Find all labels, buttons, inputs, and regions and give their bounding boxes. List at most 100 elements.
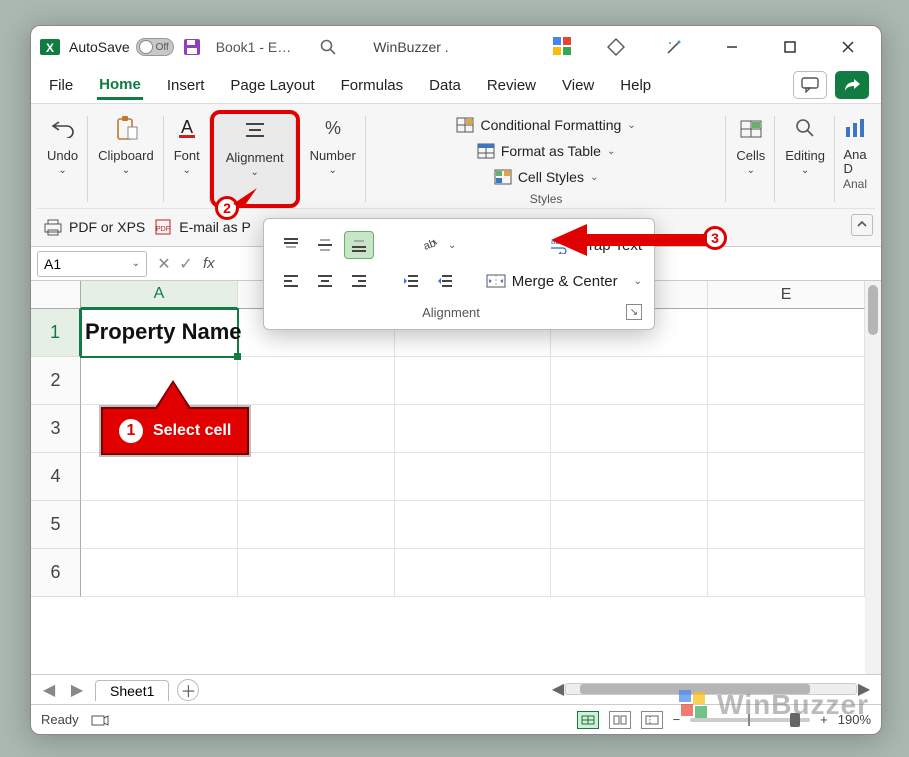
cell[interactable]	[238, 453, 395, 501]
sheet-tab-1[interactable]: Sheet1	[95, 680, 169, 701]
format-as-table-button[interactable]: Format as Table ⌄	[477, 138, 616, 164]
align-right-button[interactable]	[344, 267, 374, 295]
tab-insert[interactable]: Insert	[165, 73, 207, 98]
cell[interactable]	[551, 453, 708, 501]
ribbon-collapse-button[interactable]	[851, 214, 873, 236]
cell[interactable]	[395, 501, 552, 549]
tab-formulas[interactable]: Formulas	[339, 73, 406, 98]
row-header-6[interactable]: 6	[31, 549, 81, 597]
merge-center-button[interactable]: Merge & Center ⌄	[486, 273, 642, 290]
comments-button[interactable]	[793, 71, 827, 99]
toggle-switch[interactable]: Off	[136, 38, 174, 56]
increase-indent-button[interactable]	[430, 267, 460, 295]
dialog-launcher-button[interactable]: ↘	[626, 304, 642, 320]
new-sheet-button[interactable]: ＋	[177, 679, 199, 701]
tab-data[interactable]: Data	[427, 73, 463, 98]
align-top-button[interactable]	[276, 231, 306, 259]
row-header-5[interactable]: 5	[31, 501, 81, 549]
close-button[interactable]	[831, 30, 865, 64]
cell[interactable]	[395, 357, 552, 405]
select-all-corner[interactable]	[31, 281, 81, 309]
sheet-nav-prev[interactable]: ◀	[39, 680, 59, 700]
cell-styles-button[interactable]: Cell Styles ⌄	[494, 164, 599, 190]
chevron-down-icon[interactable]: ⌄	[634, 276, 642, 287]
view-normal-button[interactable]	[577, 711, 599, 729]
enter-icon[interactable]: ✓	[177, 254, 195, 274]
pdf-xps-button[interactable]: PDF or XPS	[43, 218, 145, 236]
cell[interactable]	[395, 549, 552, 597]
row-header-3[interactable]: 3	[31, 405, 81, 453]
name-box[interactable]: A1 ⌄	[37, 251, 147, 277]
cell[interactable]	[395, 405, 552, 453]
ribbon-group-editing[interactable]: Editing ⌄	[775, 110, 835, 208]
tab-home[interactable]: Home	[97, 72, 143, 100]
cell[interactable]	[551, 501, 708, 549]
cell[interactable]	[708, 501, 865, 549]
cell[interactable]	[708, 405, 865, 453]
account-avatar-icon[interactable]	[551, 35, 575, 59]
fill-handle[interactable]	[234, 353, 241, 360]
wand-icon[interactable]	[657, 30, 691, 64]
decrease-indent-button[interactable]	[396, 267, 426, 295]
horizontal-scrollbar[interactable]: ◀ ▶	[551, 681, 871, 697]
row-header-2[interactable]: 2	[31, 357, 81, 405]
cell[interactable]	[708, 357, 865, 405]
cell[interactable]	[81, 549, 238, 597]
cell-e1[interactable]	[708, 309, 865, 357]
cancel-icon[interactable]: ✕	[155, 254, 173, 274]
cell[interactable]	[81, 453, 238, 501]
minimize-button[interactable]	[715, 30, 749, 64]
email-pdf-button[interactable]: PDF E-mail as P	[153, 218, 251, 236]
cell[interactable]	[708, 453, 865, 501]
cell[interactable]	[81, 501, 238, 549]
fx-label[interactable]: fx	[203, 255, 215, 272]
cell[interactable]	[551, 357, 708, 405]
conditional-formatting-button[interactable]: Conditional Formatting ⌄	[456, 112, 635, 138]
save-icon[interactable]	[182, 37, 202, 57]
chevron-down-icon[interactable]: ⌄	[448, 240, 456, 251]
cell[interactable]	[238, 357, 395, 405]
ribbon-group-cells[interactable]: Cells ⌄	[726, 110, 775, 208]
zoom-in-button[interactable]: +	[820, 712, 828, 727]
tab-help[interactable]: Help	[618, 73, 653, 98]
cell[interactable]	[238, 549, 395, 597]
zoom-out-button[interactable]: −	[673, 712, 681, 727]
autosave-toggle[interactable]: AutoSave Off	[69, 38, 174, 56]
tab-review[interactable]: Review	[485, 73, 538, 98]
cell[interactable]	[551, 549, 708, 597]
ribbon-group-font[interactable]: A Font ⌄	[164, 110, 210, 208]
maximize-button[interactable]	[773, 30, 807, 64]
orientation-button[interactable]: ab	[414, 231, 444, 259]
view-page-layout-button[interactable]	[609, 711, 631, 729]
align-middle-button[interactable]	[310, 231, 340, 259]
cell-a1[interactable]: Property Name	[81, 309, 238, 357]
tab-view[interactable]: View	[560, 73, 596, 98]
ribbon-group-analyze[interactable]: Ana D Anal	[835, 110, 875, 208]
align-bottom-button[interactable]	[344, 231, 374, 259]
cell[interactable]	[238, 405, 395, 453]
share-button[interactable]	[835, 71, 869, 99]
cell[interactable]	[551, 405, 708, 453]
tab-file[interactable]: File	[47, 73, 75, 98]
column-header-a[interactable]: A	[81, 281, 238, 309]
zoom-level[interactable]: 190%	[838, 712, 871, 727]
cell[interactable]	[238, 501, 395, 549]
cell[interactable]	[395, 453, 552, 501]
ribbon-group-clipboard[interactable]: Clipboard ⌄	[88, 110, 164, 208]
ribbon-group-number[interactable]: % Number ⌄	[300, 110, 366, 208]
search-icon[interactable]	[319, 38, 337, 56]
ribbon-group-undo[interactable]: Undo ⌄	[37, 110, 88, 208]
vertical-scrollbar[interactable]	[865, 281, 881, 674]
cell[interactable]	[708, 549, 865, 597]
sheet-nav-next[interactable]: ▶	[67, 680, 87, 700]
diamond-icon[interactable]	[599, 30, 633, 64]
account-name[interactable]: WinBuzzer .	[373, 39, 448, 55]
accessibility-icon[interactable]	[91, 713, 109, 727]
align-left-button[interactable]	[276, 267, 306, 295]
align-center-button[interactable]	[310, 267, 340, 295]
column-header-e[interactable]: E	[708, 281, 865, 309]
view-page-break-button[interactable]	[641, 711, 663, 729]
tab-page-layout[interactable]: Page Layout	[228, 73, 316, 98]
row-header-4[interactable]: 4	[31, 453, 81, 501]
zoom-slider[interactable]	[690, 718, 810, 722]
